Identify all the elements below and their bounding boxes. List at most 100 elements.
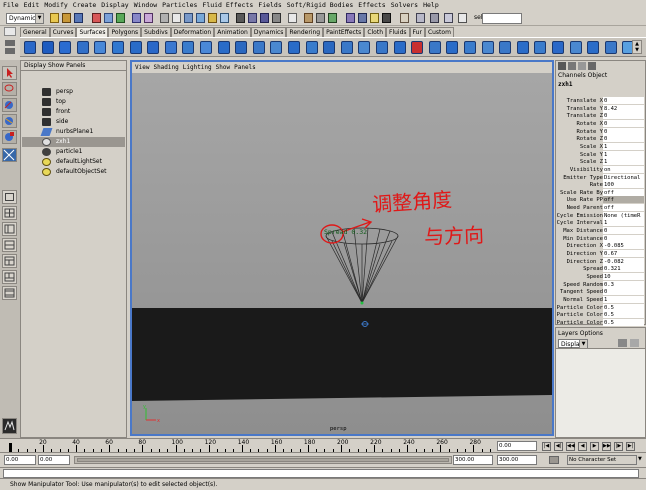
save-icon[interactable]	[74, 13, 83, 23]
range-slider-handle[interactable]	[77, 458, 449, 462]
nurbs-square-icon[interactable]	[147, 41, 160, 54]
planar-icon[interactable]	[200, 41, 212, 54]
mask-curve-icon[interactable]	[160, 13, 169, 23]
playback-start-field[interactable]: 0.00	[38, 455, 70, 465]
chevron-down-icon[interactable]: ▼	[638, 456, 645, 464]
shelf-tab-surfaces[interactable]: Surfaces	[76, 27, 109, 37]
lasso-tool-icon[interactable]	[2, 82, 17, 96]
hypershade-icon[interactable]	[458, 13, 467, 23]
square-surface-icon[interactable]	[270, 41, 283, 54]
layer-list[interactable]	[556, 348, 645, 437]
snap-grid-icon[interactable]	[236, 13, 245, 23]
layout-four-icon[interactable]	[2, 206, 17, 220]
menu-file[interactable]: File	[3, 1, 19, 9]
nurbs-torus-icon[interactable]	[112, 41, 124, 54]
nurbs-circle-icon[interactable]	[129, 41, 142, 54]
select-tool-icon[interactable]	[2, 66, 17, 80]
shelf-scroll[interactable]: ▲ ▼	[632, 40, 642, 54]
outliner-item-defaultlightset[interactable]: defaultLightSet	[22, 157, 125, 167]
ipr-icon[interactable]	[430, 13, 439, 23]
sculpt-icon[interactable]	[604, 41, 617, 54]
character-icon[interactable]	[549, 456, 559, 464]
new-scene-icon[interactable]	[50, 13, 59, 23]
outliner-item-defaultobjectset[interactable]: defaultObjectSet	[22, 167, 125, 177]
layer-editor-toggle-icon[interactable]	[588, 62, 596, 70]
show-manipulator-tool-icon[interactable]	[2, 148, 17, 162]
go-to-end-icon[interactable]: ▶|	[626, 442, 635, 451]
offset-icon[interactable]	[499, 41, 512, 54]
shelf-tab-subdivs[interactable]: Subdivs	[141, 27, 171, 37]
outliner-item-zxh1[interactable]: zxh1	[22, 137, 125, 147]
layout-persp-outliner-icon[interactable]	[2, 222, 17, 236]
shelf-tab-rendering[interactable]: Rendering	[286, 27, 324, 37]
layers-menu[interactable]: Layers Options	[558, 330, 603, 337]
open-folder-icon[interactable]	[62, 13, 71, 23]
open-close-icon[interactable]	[446, 41, 459, 54]
select-hierarchy-icon[interactable]	[92, 13, 101, 23]
nurbs-cone-icon[interactable]	[76, 41, 89, 54]
mel-command-input[interactable]	[3, 469, 639, 478]
menu-create[interactable]: Create	[73, 1, 96, 9]
menu-fluid-effects[interactable]: Fluid Effects	[202, 1, 253, 9]
shelf-options-icon[interactable]	[5, 40, 15, 46]
nurbs-cylinder-icon[interactable]	[59, 41, 72, 54]
shelf-tab-curves[interactable]: Curves	[49, 27, 77, 37]
menu-edit[interactable]: Edit	[24, 1, 40, 9]
layout-script-icon[interactable]	[2, 286, 17, 300]
render-view-icon[interactable]	[346, 13, 355, 23]
stitch-icon[interactable]	[587, 41, 600, 54]
move-tool-icon[interactable]	[2, 98, 17, 112]
shelf-tab-general[interactable]: General	[20, 27, 50, 37]
reverse-icon[interactable]	[534, 41, 547, 54]
rebuild-icon[interactable]	[516, 41, 529, 54]
shelf-tab-polygons[interactable]: Polygons	[108, 27, 142, 37]
quick-select-input[interactable]	[482, 13, 522, 24]
channel-value-field[interactable]: 0.5	[603, 318, 644, 327]
shelf-menu-icon[interactable]	[4, 27, 16, 36]
outliner-item-nurbsplane1[interactable]: nurbsPlane1	[22, 127, 125, 137]
play-backward-icon[interactable]: ◀	[578, 442, 587, 451]
shelf-options-icon[interactable]	[5, 48, 15, 54]
mask-handle-icon[interactable]	[132, 13, 141, 23]
render-settings-icon[interactable]	[444, 13, 453, 23]
tool-settings-toggle-icon[interactable]	[578, 62, 586, 70]
step-forward-icon[interactable]: |▶	[614, 442, 623, 451]
ipr-render-icon[interactable]	[370, 13, 379, 23]
input-ops-icon[interactable]	[304, 13, 313, 23]
menu-set-dropdown[interactable]: Dynamics ▼	[6, 13, 44, 24]
bevel-icon[interactable]	[288, 41, 300, 54]
insert-isoparm-icon[interactable]	[464, 41, 476, 54]
channel-box-tabs[interactable]: Channels Object	[558, 72, 607, 79]
project-curve-icon[interactable]	[340, 41, 353, 54]
current-time-field[interactable]: 0.00	[497, 441, 537, 451]
shelf-tab-dynamics[interactable]: Dynamics	[250, 27, 287, 37]
mask-render-icon[interactable]	[208, 13, 217, 23]
layout-single-icon[interactable]	[2, 190, 17, 204]
nurbs-sphere-icon[interactable]	[24, 41, 36, 54]
new-layer-selected-icon[interactable]	[630, 339, 639, 347]
trim-icon[interactable]	[358, 41, 371, 54]
bevel-plus-icon[interactable]	[305, 41, 318, 54]
step-forward-key-icon[interactable]: ▶▶	[602, 442, 611, 451]
menu-window[interactable]: Window	[134, 1, 157, 9]
play-forward-icon[interactable]: ▶	[590, 442, 599, 451]
outliner-item-top[interactable]: top	[22, 97, 125, 107]
playback-end-field[interactable]: 300.00	[453, 455, 493, 465]
snap-point-icon[interactable]	[260, 13, 269, 23]
render-frame-icon[interactable]	[358, 13, 367, 23]
menu-modify[interactable]: Modify	[44, 1, 67, 9]
outliner-item-side[interactable]: side	[22, 117, 125, 127]
mask-joint-icon[interactable]	[144, 13, 153, 23]
render-icon[interactable]	[416, 13, 425, 23]
detach-icon[interactable]	[411, 41, 424, 54]
layer-type-dropdown[interactable]: Display ▼	[558, 339, 588, 349]
go-to-start-icon[interactable]: |◀	[542, 442, 551, 451]
attr-editor-toggle-icon[interactable]	[568, 62, 576, 70]
outliner-item-particle1[interactable]: particle1	[22, 147, 125, 157]
attach-icon[interactable]	[393, 41, 406, 54]
nurbs-plane-icon[interactable]	[94, 41, 107, 54]
range-slider[interactable]	[74, 456, 452, 464]
rotate-tool-icon[interactable]	[2, 114, 17, 128]
step-back-icon[interactable]: ◀|	[554, 442, 563, 451]
untrim-icon[interactable]	[376, 41, 388, 54]
